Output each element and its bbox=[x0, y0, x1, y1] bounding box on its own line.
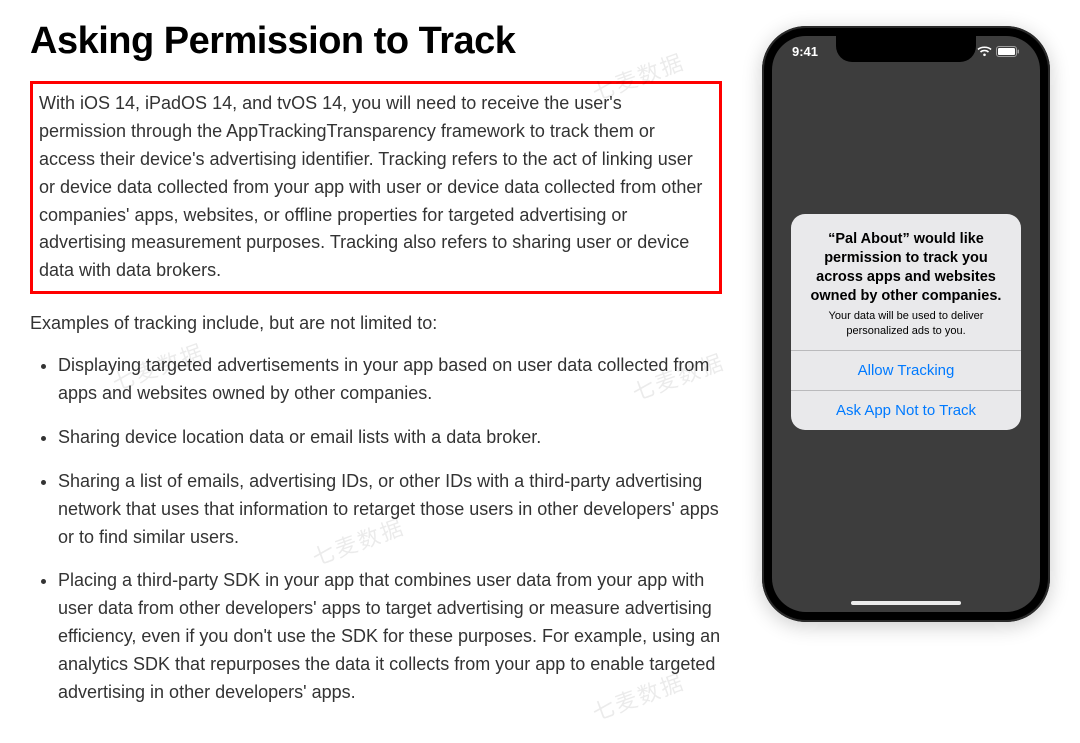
dialog-title: “Pal About” would like permission to tra… bbox=[805, 230, 1007, 305]
wifi-icon bbox=[977, 46, 992, 57]
tracking-permission-dialog: “Pal About” would like permission to tra… bbox=[791, 214, 1021, 430]
examples-list: Displaying targeted advertisements in yo… bbox=[30, 352, 722, 707]
intro-paragraph: With iOS 14, iPadOS 14, and tvOS 14, you… bbox=[39, 90, 713, 285]
list-item: Displaying targeted advertisements in yo… bbox=[58, 352, 722, 408]
status-time: 9:41 bbox=[792, 44, 818, 59]
iphone-frame: 9:41 “Pal Abo bbox=[762, 26, 1050, 622]
examples-lead: Examples of tracking include, but are no… bbox=[30, 310, 722, 338]
page-title: Asking Permission to Track bbox=[30, 20, 722, 63]
dialog-subtitle: Your data will be used to deliver person… bbox=[805, 309, 1007, 338]
article-content: Asking Permission to Track With iOS 14, … bbox=[30, 20, 722, 723]
list-item: Placing a third-party SDK in your app th… bbox=[58, 567, 722, 706]
battery-icon bbox=[996, 46, 1020, 57]
highlighted-intro-box: With iOS 14, iPadOS 14, and tvOS 14, you… bbox=[30, 81, 722, 294]
dialog-body: “Pal About” would like permission to tra… bbox=[791, 214, 1021, 350]
list-item: Sharing device location data or email li… bbox=[58, 424, 722, 452]
ask-not-to-track-button[interactable]: Ask App Not to Track bbox=[791, 390, 1021, 430]
home-indicator bbox=[851, 601, 961, 605]
phone-notch bbox=[836, 36, 976, 62]
phone-screen: 9:41 “Pal Abo bbox=[772, 36, 1040, 612]
phone-mockup-column: 9:41 “Pal Abo bbox=[762, 20, 1050, 723]
list-item: Sharing a list of emails, advertising ID… bbox=[58, 468, 722, 552]
allow-tracking-button[interactable]: Allow Tracking bbox=[791, 350, 1021, 390]
